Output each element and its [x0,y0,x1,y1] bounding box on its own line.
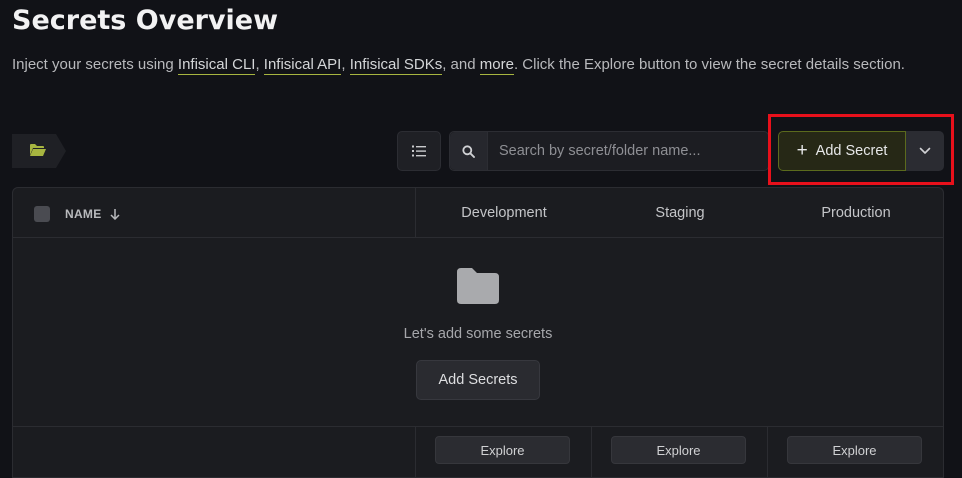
empty-state-text: Let's add some secrets [403,326,553,342]
infisical-api-link[interactable]: Infisical API [263,56,342,75]
add-secret-label: Add Secret [815,143,888,159]
folder-icon [457,268,499,304]
page-title: Secrets Overview [12,5,279,36]
infisical-cli-link[interactable]: Infisical CLI [177,56,256,75]
column-divider [591,427,592,478]
env-header-staging: Staging [655,205,705,221]
list-icon [412,145,426,157]
plus-icon: + [796,139,808,161]
column-divider [767,427,768,478]
env-header-production: Production [821,205,891,221]
name-column-header[interactable]: NAME [65,207,120,221]
more-link[interactable]: more [479,56,514,75]
breadcrumb-root-folder[interactable] [12,134,66,168]
add-secret-button[interactable]: + Add Secret [778,131,906,171]
explore-production-button[interactable]: Explore [787,436,922,464]
chevron-down-icon [919,147,931,154]
explore-staging-button[interactable]: Explore [611,436,746,464]
column-divider [415,427,416,478]
add-secret-dropdown-button[interactable] [906,131,944,171]
add-secrets-button[interactable]: Add Secrets [416,360,540,400]
search-input[interactable] [488,132,768,170]
table-header: NAME Development Staging Production [13,188,943,238]
infisical-sdks-link[interactable]: Infisical SDKs [349,56,443,75]
explore-development-button[interactable]: Explore [435,436,570,464]
explore-row: Explore Explore Explore [13,426,943,478]
list-view-button[interactable] [397,131,441,171]
secrets-table: NAME Development Staging Production Let'… [12,187,944,478]
search-bar [449,131,769,171]
search-icon [450,132,488,170]
select-all-checkbox[interactable] [34,206,50,222]
env-header-development: Development [461,205,547,221]
column-divider [415,188,416,238]
folder-open-icon [30,144,46,156]
page-subtitle: Inject your secrets using Infisical CLI,… [12,56,905,75]
arrow-down-icon [110,209,120,220]
